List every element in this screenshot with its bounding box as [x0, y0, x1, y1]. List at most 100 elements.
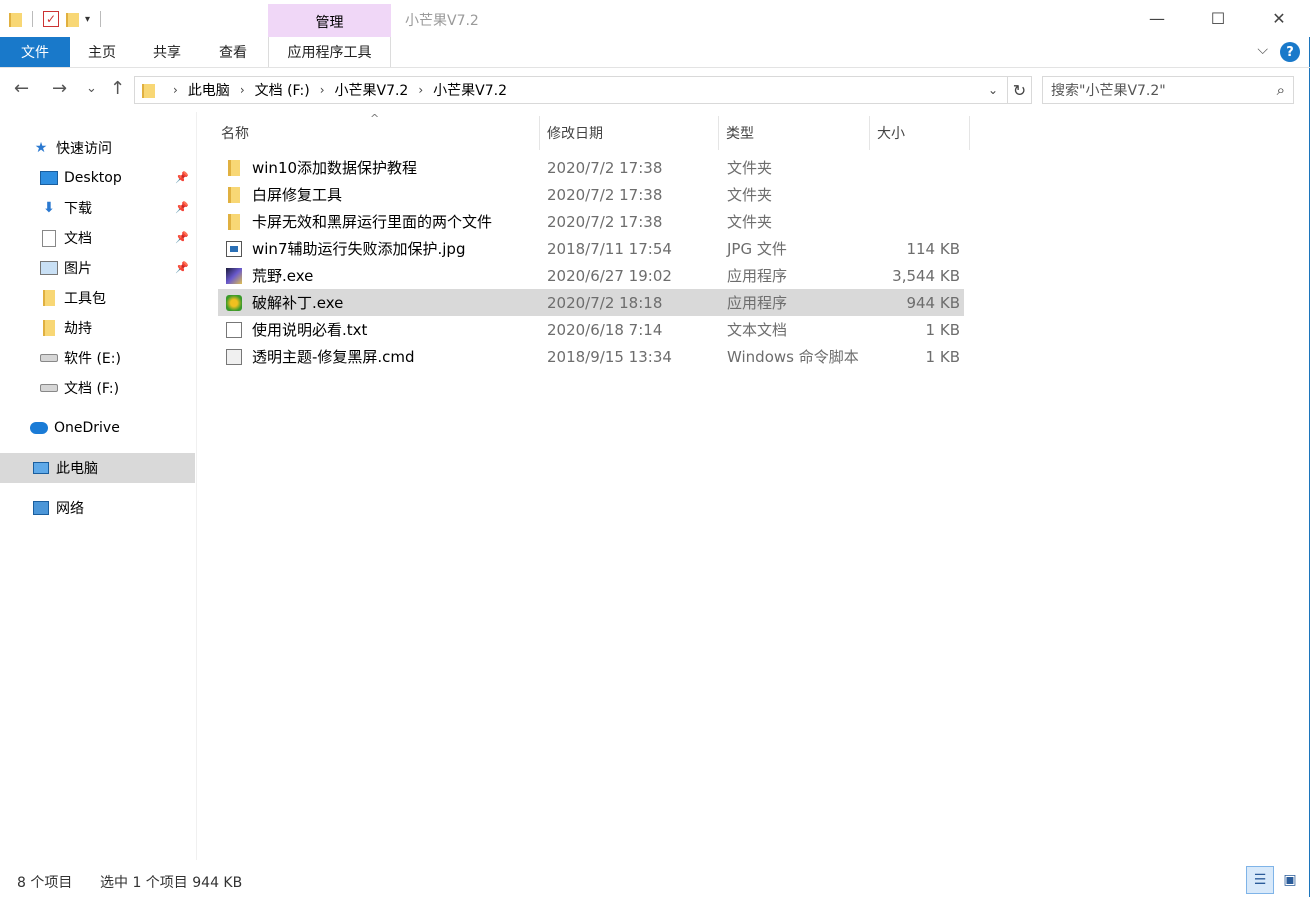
file-row[interactable]: 白屏修复工具 2020/7/2 17:38 文件夹	[218, 181, 964, 208]
breadcrumb-this-pc[interactable]: 此电脑	[188, 80, 230, 100]
sidebar-item-pictures[interactable]: 图片 📌	[0, 253, 195, 283]
file-name: 卡屏无效和黑屏运行里面的两个文件	[252, 213, 493, 231]
forward-arrow-icon[interactable]: →	[52, 78, 67, 99]
file-row[interactable]: 卡屏无效和黑屏运行里面的两个文件 2020/7/2 17:38 文件夹	[218, 208, 964, 235]
back-arrow-icon[interactable]: ←	[14, 78, 29, 99]
sidebar-item-downloads[interactable]: ⬇ 下载 📌	[0, 193, 195, 223]
chevron-down-icon[interactable]: ⌵	[1257, 42, 1268, 58]
pin-icon[interactable]: 📌	[175, 201, 189, 214]
address-dropdown-icon[interactable]: ⌄	[988, 77, 998, 103]
file-name: 荒野.exe	[252, 267, 314, 285]
file-row[interactable]: 荒野.exe 2020/6/27 19:02 应用程序 3,544 KB	[218, 262, 964, 289]
sidebar-item-label: 文档 (F:)	[64, 381, 120, 397]
help-icon[interactable]: ?	[1280, 42, 1300, 62]
sidebar-item-drive-f[interactable]: 文档 (F:)	[0, 373, 195, 403]
folder-icon	[8, 11, 22, 27]
script-file-icon	[226, 348, 242, 365]
file-type: Windows 命令脚本	[727, 348, 859, 366]
sidebar-item-drive-e[interactable]: 软件 (E:)	[0, 343, 195, 373]
file-name: 透明主题-修复黑屏.cmd	[252, 348, 415, 366]
pin-icon[interactable]: 📌	[175, 231, 189, 244]
file-row[interactable]: win7辅助运行失败添加保护.jpg 2018/7/11 17:54 JPG 文…	[218, 235, 964, 262]
sidebar-item-hijack[interactable]: 劫持	[0, 313, 195, 343]
recent-locations-icon[interactable]: ⌄	[86, 81, 97, 96]
tab-application-tools[interactable]: 应用程序工具	[268, 37, 391, 67]
file-type: 应用程序	[727, 267, 788, 285]
file-type: 文件夹	[727, 186, 773, 204]
ribbon-tabs: 文件 主页 共享 查看 应用程序工具 ⌵ ?	[0, 37, 1310, 68]
text-file-icon	[226, 321, 242, 338]
tab-home[interactable]: 主页	[70, 37, 134, 67]
file-name: 使用说明必看.txt	[252, 321, 368, 339]
maximize-button[interactable]: ☐	[1187, 0, 1249, 36]
customize-toolbar-icon[interactable]: ▾	[85, 14, 90, 25]
sidebar-item-this-pc[interactable]: 此电脑	[0, 453, 195, 483]
navigation-bar: ← → ⌄ ↑ › 此电脑 › 文档 (F:) › 小芒果V7.2 › 小芒果V…	[0, 68, 1310, 112]
search-box[interactable]: 搜索"小芒果V7.2" ⌕	[1042, 76, 1294, 104]
file-name: 白屏修复工具	[252, 186, 343, 204]
details-view-icon[interactable]: ☰	[1246, 866, 1274, 894]
tab-file[interactable]: 文件	[0, 37, 70, 67]
toolbar-divider	[100, 11, 102, 27]
file-name-cell: win10添加数据保护教程	[226, 154, 417, 181]
selection-info: 选中 1 个项目 944 KB	[100, 875, 243, 891]
breadcrumb-folder[interactable]: 小芒果V7.2	[335, 80, 409, 100]
file-list: ^ 名称 修改日期 类型 大小 win10添加数据保护教程 2020/7/2 1…	[198, 112, 1310, 860]
drive-icon	[40, 379, 58, 397]
tab-share[interactable]: 共享	[134, 37, 200, 67]
column-header-name[interactable]: 名称	[215, 116, 540, 150]
file-name-cell: 透明主题-修复黑屏.cmd	[226, 343, 415, 370]
address-bar[interactable]: › 此电脑 › 文档 (F:) › 小芒果V7.2 › 小芒果V7.2	[134, 76, 1008, 104]
pin-icon[interactable]: 📌	[175, 171, 189, 184]
refresh-button[interactable]: ↻	[1008, 76, 1032, 104]
file-name-cell: win7辅助运行失败添加保护.jpg	[226, 235, 465, 262]
file-type: 文本文档	[727, 321, 788, 339]
file-date: 2020/6/18 7:14	[547, 320, 663, 339]
breadcrumb-current-folder[interactable]: 小芒果V7.2	[433, 80, 507, 100]
breadcrumb-separator[interactable]: ›	[418, 83, 423, 97]
sidebar-item-documents[interactable]: 文档 📌	[0, 223, 195, 253]
file-date: 2020/7/2 18:18	[547, 293, 663, 312]
sidebar-item-label: 网络	[56, 501, 84, 517]
new-folder-icon[interactable]	[65, 11, 79, 27]
search-icon[interactable]: ⌕	[1277, 81, 1285, 99]
image-file-icon	[226, 240, 242, 257]
close-button[interactable]: ✕	[1248, 0, 1310, 36]
file-type: 应用程序	[727, 294, 788, 312]
sidebar-item-toolkit[interactable]: 工具包	[0, 283, 195, 313]
file-row[interactable]: win10添加数据保护教程 2020/7/2 17:38 文件夹	[218, 154, 964, 181]
sidebar-item-label: 此电脑	[56, 461, 98, 477]
sidebar-item-label: 下载	[64, 201, 92, 217]
pin-icon[interactable]: 📌	[175, 261, 189, 274]
breadcrumb-separator[interactable]: ›	[320, 83, 325, 97]
tab-view[interactable]: 查看	[200, 37, 266, 67]
sidebar-item-quick-access[interactable]: ★ 快速访问	[0, 133, 195, 163]
properties-icon[interactable]: ✓	[43, 11, 59, 27]
sidebar-item-desktop[interactable]: Desktop 📌	[0, 163, 195, 193]
item-count: 8 个项目	[17, 875, 73, 891]
file-row-selected[interactable]: 破解补丁.exe 2020/7/2 18:18 应用程序 944 KB	[218, 289, 964, 316]
file-row[interactable]: 使用说明必看.txt 2020/6/18 7:14 文本文档 1 KB	[218, 316, 964, 343]
manage-tab[interactable]: 管理	[268, 4, 391, 37]
breadcrumb-drive-f[interactable]: 文档 (F:)	[255, 80, 310, 100]
breadcrumb-separator: ›	[173, 83, 178, 97]
application-icon	[226, 294, 242, 311]
file-row[interactable]: 透明主题-修复黑屏.cmd 2018/9/15 13:34 Windows 命令…	[218, 343, 964, 370]
folder-icon	[228, 186, 240, 203]
breadcrumb-separator[interactable]: ›	[240, 83, 245, 97]
sidebar-item-label: 软件 (E:)	[64, 351, 121, 367]
quick-access-toolbar: ✓ ▾	[8, 8, 105, 30]
minimize-button[interactable]: —	[1126, 0, 1188, 36]
download-icon: ⬇	[43, 200, 55, 216]
column-header-date[interactable]: 修改日期	[541, 116, 719, 150]
column-header-type[interactable]: 类型	[720, 116, 870, 150]
sidebar-item-onedrive[interactable]: OneDrive	[0, 413, 195, 443]
up-arrow-icon[interactable]: ↑	[110, 78, 125, 99]
search-placeholder: 搜索"小芒果V7.2"	[1051, 83, 1166, 99]
folder-icon	[141, 82, 155, 98]
file-explorer-window: ✓ ▾ 管理 小芒果V7.2 — ☐ ✕ 文件 主页 共享 查看 应用程序工具 …	[0, 0, 1310, 897]
large-icons-view-icon[interactable]: ▣	[1276, 866, 1304, 894]
sidebar-item-network[interactable]: 网络	[0, 493, 195, 523]
file-date: 2020/7/2 17:38	[547, 185, 663, 204]
column-header-size[interactable]: 大小	[871, 116, 970, 150]
